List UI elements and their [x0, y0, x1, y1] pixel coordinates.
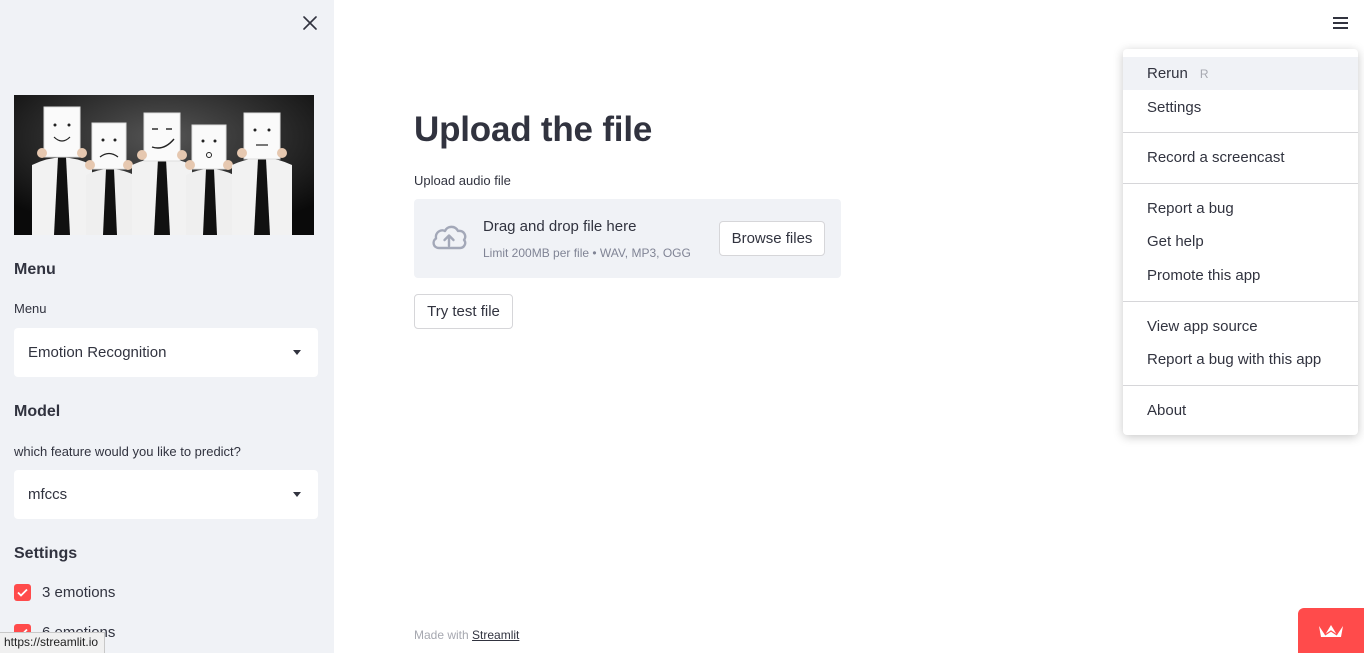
model-heading: Model	[14, 403, 61, 420]
menu-heading: Menu	[14, 261, 56, 278]
model-select-value: mfccs	[28, 486, 68, 503]
close-sidebar-button[interactable]	[298, 11, 322, 35]
browse-files-button[interactable]: Browse files	[719, 221, 825, 256]
checkbox-3-emotions[interactable]: 3 emotions	[14, 584, 115, 601]
menu-divider	[1123, 385, 1358, 386]
menu-item-settings[interactable]: Settings	[1123, 91, 1358, 124]
menu-item-label: Report a bug	[1147, 200, 1234, 217]
menu-item-label: Report a bug with this app	[1147, 351, 1322, 368]
upload-label: Upload audio file	[414, 173, 511, 188]
model-select[interactable]: mfccs	[14, 470, 318, 519]
streamlit-crown-icon	[1319, 624, 1343, 637]
menu-item-promote-app[interactable]: Promote this app	[1123, 259, 1358, 292]
menu-item-label: About	[1147, 402, 1187, 419]
sidebar-hero-image	[14, 95, 314, 235]
main-menu-button[interactable]	[1328, 12, 1352, 34]
checkbox-checked-icon	[14, 584, 31, 601]
close-icon	[303, 16, 317, 30]
menu-item-label: Settings	[1147, 99, 1202, 116]
main-menu-dropdown: Rerun R Settings Record a screencast Rep…	[1123, 49, 1358, 435]
menu-item-label: Record a screencast	[1147, 149, 1285, 166]
dropzone-limit: Limit 200MB per file • WAV, MP3, OGG	[483, 246, 691, 260]
menu-item-report-bug-app[interactable]: Report a bug with this app	[1123, 343, 1358, 376]
checkbox-label: 3 emotions	[42, 584, 116, 601]
cloud-upload-icon	[432, 225, 467, 250]
settings-heading: Settings	[14, 545, 78, 562]
chevron-down-icon	[293, 350, 301, 355]
rerun-shortcut: R	[1199, 66, 1209, 81]
menu-select-value: Emotion Recognition	[28, 344, 167, 361]
dropzone-title: Drag and drop file here	[483, 218, 637, 235]
streamlit-link[interactable]: Streamlit	[472, 628, 519, 642]
chevron-down-icon	[293, 492, 301, 497]
menu-item-label: View app source	[1147, 318, 1258, 335]
menu-divider	[1123, 183, 1358, 184]
menu-item-rerun[interactable]: Rerun R	[1123, 57, 1358, 90]
menu-item-get-help[interactable]: Get help	[1123, 225, 1358, 258]
page-title: Upload the file	[414, 110, 653, 149]
streamlit-badge[interactable]	[1298, 608, 1364, 653]
link-preview-status: https://streamlit.io	[0, 632, 106, 653]
menu-select-label: Menu	[14, 301, 47, 316]
menu-item-record-screencast[interactable]: Record a screencast	[1123, 141, 1358, 174]
menu-item-label: Rerun	[1147, 65, 1188, 82]
hamburger-icon	[1332, 17, 1348, 19]
try-test-file-button[interactable]: Try test file	[414, 294, 513, 329]
menu-item-view-source[interactable]: View app source	[1123, 310, 1358, 343]
sidebar: Menu Menu Emotion Recognition Model whic…	[0, 0, 334, 653]
hamburger-icon-line	[1332, 27, 1348, 29]
menu-item-label: Get help	[1147, 233, 1204, 250]
menu-item-label: Promote this app	[1147, 267, 1261, 284]
footer: Made with Streamlit	[414, 628, 519, 642]
menu-divider	[1123, 301, 1358, 302]
file-dropzone[interactable]: Drag and drop file here Limit 200MB per …	[414, 199, 841, 278]
menu-item-about[interactable]: About	[1123, 394, 1358, 427]
menu-select[interactable]: Emotion Recognition	[14, 328, 318, 377]
hamburger-icon-line	[1332, 22, 1348, 24]
footer-made-with: Made with	[414, 628, 473, 642]
menu-divider	[1123, 132, 1358, 133]
menu-item-report-bug[interactable]: Report a bug	[1123, 192, 1358, 225]
model-select-label: which feature would you like to predict?	[14, 444, 241, 459]
